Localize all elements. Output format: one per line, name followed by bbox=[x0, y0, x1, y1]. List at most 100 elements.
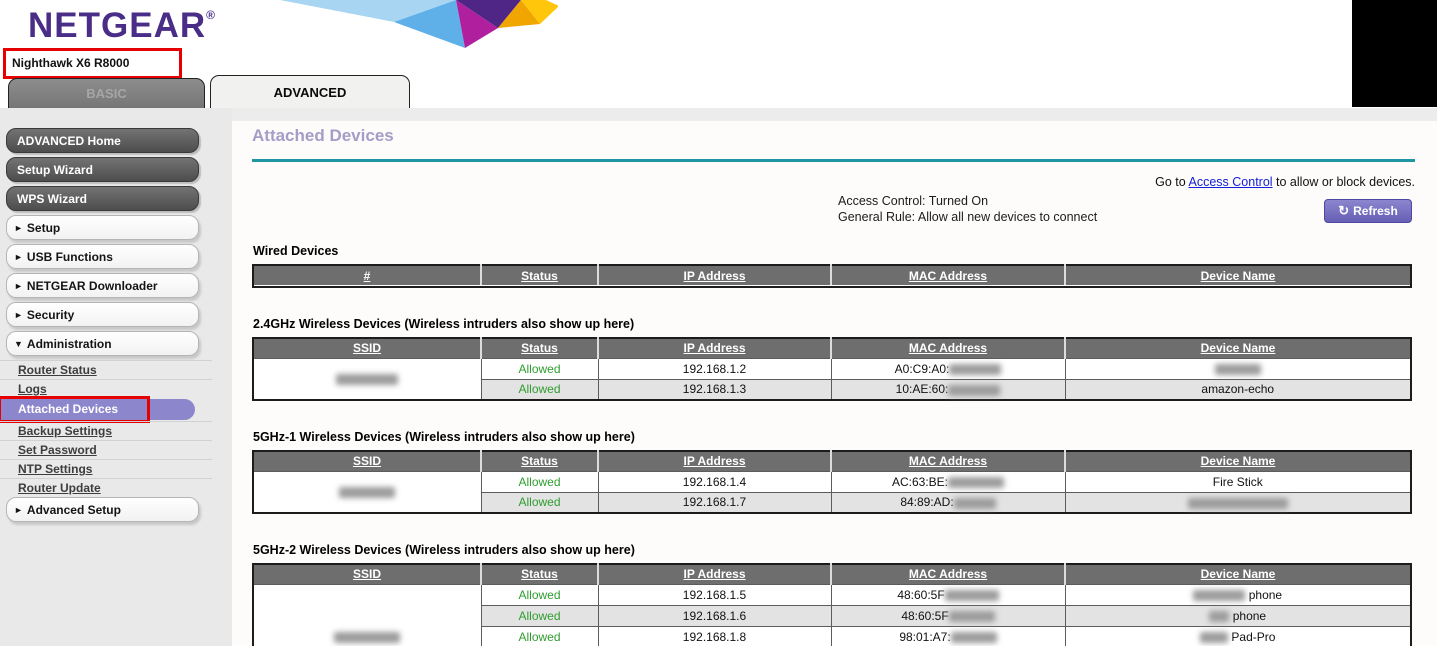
mac-address-cell: 48:60:5F bbox=[831, 605, 1065, 626]
column-header-status[interactable]: Status bbox=[481, 564, 598, 584]
status-cell: Allowed bbox=[481, 605, 598, 626]
column-header-ip-address[interactable]: IP Address bbox=[598, 265, 831, 285]
chevron-right-icon: ► bbox=[14, 223, 23, 233]
redacted-blur bbox=[336, 374, 398, 385]
redacted-blur bbox=[1193, 590, 1245, 601]
column-header-device-name[interactable]: Device Name bbox=[1065, 265, 1411, 285]
sidebar-link-label: NTP Settings bbox=[18, 462, 92, 476]
redacted-blur bbox=[1215, 364, 1261, 375]
sidebar-link-label: Router Update bbox=[18, 481, 101, 495]
refresh-button-label: Refresh bbox=[1353, 204, 1398, 218]
column-header-label: SSID bbox=[353, 341, 381, 355]
sidebar-item-netgear-downloader[interactable]: ►NETGEAR Downloader bbox=[6, 273, 199, 298]
sidebar-item-label: Security bbox=[27, 308, 74, 322]
sidebar-item-logs[interactable]: Logs bbox=[0, 379, 212, 398]
devices-table: SSID Status IP Address MAC Address Device Na… bbox=[252, 337, 1412, 401]
column-header-[interactable]: # bbox=[253, 265, 481, 285]
netgear-triangle-art bbox=[228, 0, 558, 52]
table-row: Allowed192.168.1.548:60:5F phone bbox=[253, 584, 1411, 605]
sidebar-item-router-update[interactable]: Router Update bbox=[0, 478, 212, 497]
redacted-blur bbox=[951, 632, 997, 643]
column-header-status[interactable]: Status bbox=[481, 338, 598, 358]
sidebar-item-attached-devices[interactable]: Attached Devices bbox=[0, 399, 195, 420]
sidebar-item-usb-functions[interactable]: ►USB Functions bbox=[6, 244, 199, 269]
table-section-title: 2.4GHz Wireless Devices (Wireless intrud… bbox=[253, 317, 1415, 331]
ip-address-cell: 192.168.1.7 bbox=[598, 492, 831, 513]
access-status-block: Access Control: Turned On General Rule: … bbox=[838, 193, 1097, 225]
column-header-device-name[interactable]: Device Name bbox=[1065, 451, 1411, 471]
column-header-ssid[interactable]: SSID bbox=[253, 338, 481, 358]
sidebar-item-security[interactable]: ► Security bbox=[6, 302, 199, 327]
sidebar-item-router-status[interactable]: Router Status bbox=[0, 360, 212, 379]
sidebar-item-backup-settings[interactable]: Backup Settings bbox=[0, 421, 212, 440]
sidebar-item-label: Setup bbox=[27, 221, 60, 235]
status-cell: Allowed bbox=[481, 358, 598, 379]
access-control-line: Go to Access Control to allow or block d… bbox=[252, 175, 1415, 189]
sidebar-item-advanced-home[interactable]: ADVANCED Home bbox=[6, 128, 199, 153]
mac-address-cell: 10:AE:60: bbox=[831, 379, 1065, 400]
tab-advanced[interactable]: ADVANCED bbox=[210, 75, 410, 108]
column-header-label: Device Name bbox=[1201, 341, 1276, 355]
ip-address-cell: 192.168.1.6 bbox=[598, 605, 831, 626]
redacted-black-box bbox=[1352, 0, 1437, 107]
column-header-mac-address[interactable]: MAC Address bbox=[831, 265, 1065, 285]
refresh-button[interactable]: ↻ Refresh bbox=[1324, 199, 1412, 223]
column-header-label: MAC Address bbox=[909, 269, 987, 283]
column-header-label: IP Address bbox=[683, 454, 745, 468]
column-header-mac-address[interactable]: MAC Address bbox=[831, 564, 1065, 584]
refresh-icon: ↻ bbox=[1338, 203, 1349, 218]
column-header-status[interactable]: Status bbox=[481, 451, 598, 471]
sidebar-item-advanced-setup[interactable]: ►Advanced Setup bbox=[6, 497, 199, 522]
column-header-device-name[interactable]: Device Name bbox=[1065, 338, 1411, 358]
sidebar-item-set-password[interactable]: Set Password bbox=[0, 440, 212, 459]
column-header-label: Device Name bbox=[1201, 567, 1276, 581]
column-header-mac-address[interactable]: MAC Address bbox=[831, 338, 1065, 358]
column-header-ssid[interactable]: SSID bbox=[253, 564, 481, 584]
column-header-status[interactable]: Status bbox=[481, 265, 598, 285]
access-control-link[interactable]: Access Control bbox=[1189, 175, 1273, 189]
column-header-ip-address[interactable]: IP Address bbox=[598, 338, 831, 358]
table-section-title: Wired Devices bbox=[253, 244, 1415, 258]
column-header-ssid[interactable]: SSID bbox=[253, 451, 481, 471]
chevron-right-icon: ► bbox=[14, 310, 23, 320]
ip-address-cell: 192.168.1.4 bbox=[598, 471, 831, 492]
sidebar-link-label: Set Password bbox=[18, 443, 97, 457]
device-name-cell: amazon-echo bbox=[1065, 379, 1411, 400]
table-section-title: 5GHz-2 Wireless Devices (Wireless intrud… bbox=[253, 543, 1415, 557]
table-section-5ghz-1: 5GHz-1 Wireless Devices (Wireless intrud… bbox=[252, 430, 1415, 514]
column-header-ip-address[interactable]: IP Address bbox=[598, 451, 831, 471]
sidebar-item-wps-wizard[interactable]: WPS Wizard bbox=[6, 186, 199, 211]
column-header-label: MAC Address bbox=[909, 341, 987, 355]
ssid-cell bbox=[253, 584, 481, 646]
devices-table: SSIDStatus IP Address MAC Address Device Na… bbox=[252, 450, 1412, 514]
netgear-logo: NETGEAR® bbox=[28, 6, 216, 46]
sidebar-item-setup-wizard[interactable]: Setup Wizard bbox=[6, 157, 199, 182]
sidebar-item-setup[interactable]: ► Setup bbox=[6, 215, 199, 240]
column-header-label: Device Name bbox=[1201, 454, 1276, 468]
status-cell: Allowed bbox=[481, 492, 598, 513]
ip-address-cell: 192.168.1.3 bbox=[598, 379, 831, 400]
column-header-label: IP Address bbox=[683, 341, 745, 355]
access-status-line2: General Rule: Allow all new devices to c… bbox=[838, 209, 1097, 225]
tab-basic[interactable]: BASIC bbox=[8, 78, 205, 108]
device-name-cell bbox=[1065, 358, 1411, 379]
sidebar-link-label: Logs bbox=[18, 382, 47, 396]
column-header-label: # bbox=[364, 269, 371, 283]
sidebar-item-label: USB Functions bbox=[27, 250, 113, 264]
sidebar-item-ntp-settings[interactable]: NTP Settings bbox=[0, 459, 212, 478]
device-name-cell: Fire Stick bbox=[1065, 471, 1411, 492]
column-header-ip-address[interactable]: IP Address bbox=[598, 564, 831, 584]
chevron-down-icon: ▼ bbox=[14, 339, 23, 349]
redacted-blur bbox=[1209, 611, 1229, 622]
column-header-label: Status bbox=[521, 269, 558, 283]
column-header-device-name[interactable]: Device Name bbox=[1065, 564, 1411, 584]
status-cell: Allowed bbox=[481, 626, 598, 646]
ip-address-cell: 192.168.1.2 bbox=[598, 358, 831, 379]
sidebar-item-administration[interactable]: ▼Administration bbox=[6, 331, 199, 356]
column-header-mac-address[interactable]: MAC Address bbox=[831, 451, 1065, 471]
table-section-5ghz-2: 5GHz-2 Wireless Devices (Wireless intrud… bbox=[252, 543, 1415, 646]
device-name-cell: Pad-Pro bbox=[1065, 626, 1411, 646]
access-status-line1: Access Control: Turned On bbox=[838, 193, 1097, 209]
sidebar-link-label: Router Status bbox=[18, 363, 97, 377]
sidebar-link-label: Backup Settings bbox=[18, 424, 112, 438]
